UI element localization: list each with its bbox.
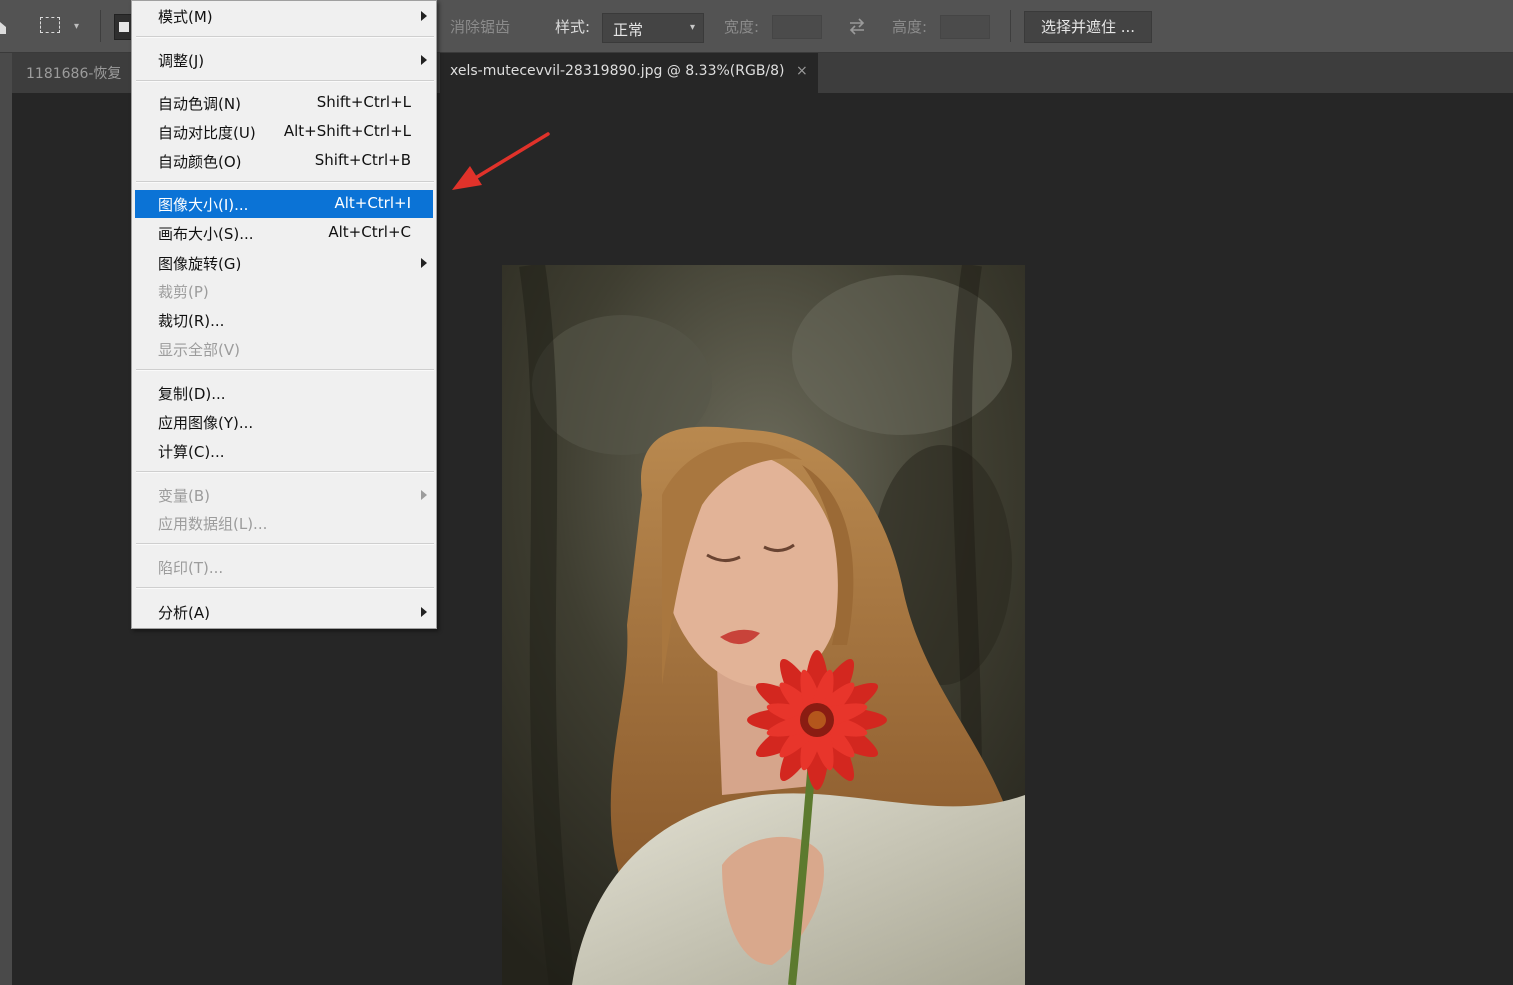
rect-marquee-icon[interactable] <box>40 17 60 33</box>
menu-separator <box>136 36 434 38</box>
menu-item-image-size[interactable]: 图像大小(I)... Alt+Ctrl+I <box>135 190 433 218</box>
menu-item-mode[interactable]: 模式(M) <box>135 2 433 30</box>
menu-item-image-rotation[interactable]: 图像旋转(G) <box>135 249 433 277</box>
submenu-arrow-icon <box>421 490 427 500</box>
anti-alias-label: 消除锯齿 <box>450 18 511 36</box>
menu-item-duplicate[interactable]: 复制(D)... <box>135 379 433 407</box>
height-label: 高度: <box>892 18 928 36</box>
menu-item-trap[interactable]: 陷印(T)... <box>135 553 433 581</box>
tab-document-2[interactable]: xels-mutecevvil-28319890.jpg @ 8.33%(RGB… <box>440 53 818 93</box>
menu-item-crop[interactable]: 裁剪(P) <box>135 277 433 305</box>
menu-item-auto-tone[interactable]: 自动色调(N) Shift+Ctrl+L <box>135 89 433 117</box>
annotation-arrow-icon <box>452 132 550 190</box>
tab-document-1[interactable]: 1181686-恢复 <box>26 63 121 83</box>
canvas-photo <box>502 265 1025 985</box>
menu-item-auto-contrast[interactable]: 自动对比度(U) Alt+Shift+Ctrl+L <box>135 118 433 146</box>
menu-item-calculations[interactable]: 计算(C)... <box>135 437 433 465</box>
tab-title: xels-mutecevvil-28319890.jpg @ 8.33%(RGB… <box>450 63 785 79</box>
submenu-arrow-icon <box>421 11 427 21</box>
menu-item-auto-color[interactable]: 自动颜色(O) Shift+Ctrl+B <box>135 147 433 175</box>
menu-item-adjustments[interactable]: 调整(J) <box>135 46 433 74</box>
close-icon[interactable]: × <box>796 63 808 79</box>
width-input[interactable] <box>772 15 822 39</box>
style-select[interactable]: 正常 ▾ <box>602 13 704 43</box>
menu-separator <box>136 80 434 82</box>
height-input[interactable] <box>940 15 990 39</box>
menu-item-apply-image[interactable]: 应用图像(Y)... <box>135 408 433 436</box>
submenu-arrow-icon <box>421 258 427 268</box>
submenu-arrow-icon <box>421 607 427 617</box>
photo-woman-with-flower <box>502 265 1025 985</box>
width-label: 宽度: <box>724 18 760 36</box>
chevron-down-icon: ▾ <box>689 22 695 33</box>
menu-separator <box>136 471 434 473</box>
style-select-value: 正常 <box>613 21 644 39</box>
menu-item-trim[interactable]: 裁切(R)... <box>135 306 433 334</box>
menu-item-analysis[interactable]: 分析(A) <box>135 598 433 626</box>
menu-separator <box>136 181 434 183</box>
chevron-down-icon[interactable]: ▾ <box>74 21 79 32</box>
menu-item-variables[interactable]: 变量(B) <box>135 481 433 509</box>
swap-icon[interactable] <box>846 15 868 37</box>
submenu-arrow-icon <box>421 55 427 65</box>
menu-separator <box>136 543 434 545</box>
image-menu-dropdown: 模式(M) 调整(J) 自动色调(N) Shift+Ctrl+L 自动对比度(U… <box>131 0 437 629</box>
toolbar-divider <box>1010 10 1011 42</box>
menu-item-canvas-size[interactable]: 画布大小(S)... Alt+Ctrl+C <box>135 219 433 247</box>
style-label: 样式: <box>555 18 591 36</box>
toolbar-divider <box>100 10 101 42</box>
menu-separator <box>136 369 434 371</box>
select-and-mask-button[interactable]: 选择并遮住 ... <box>1024 11 1152 43</box>
menu-separator <box>136 587 434 589</box>
menu-item-apply-data-set[interactable]: 应用数据组(L)... <box>135 509 433 537</box>
menu-item-reveal-all[interactable]: 显示全部(V) <box>135 335 433 363</box>
tools-panel <box>0 53 12 985</box>
home-icon[interactable] <box>0 18 8 34</box>
